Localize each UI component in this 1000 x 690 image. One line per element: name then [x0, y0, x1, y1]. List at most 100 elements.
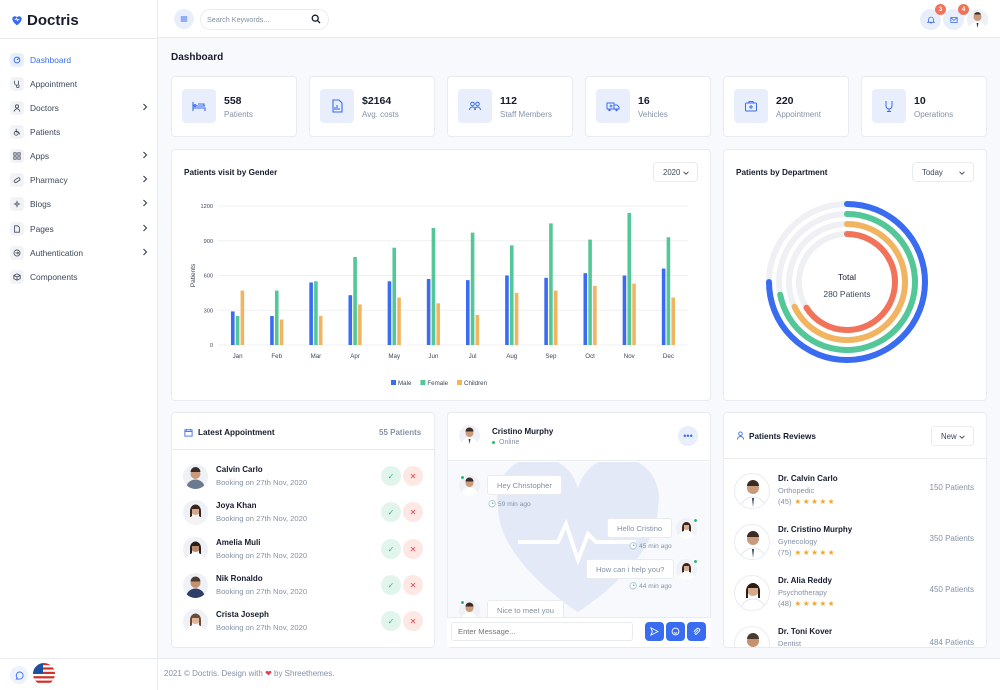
list-item: Dr. Calvin Carlo Orthopedic (45) ★★★★★ 15…: [734, 473, 976, 517]
booking-date: Booking on 27th Nov, 2020: [216, 551, 308, 560]
cube-icon: [10, 269, 24, 284]
legend-label: Children: [464, 380, 488, 387]
sidebar-item-label: Pages: [30, 223, 54, 234]
page-title: Dashboard: [171, 52, 224, 63]
stethoscope-icon: [10, 76, 24, 91]
sidebar-item-authentication[interactable]: Authentication: [10, 244, 150, 261]
bar-children-jan: [240, 290, 245, 345]
notifications-button[interactable]: 3: [920, 4, 946, 30]
bar-female-aug: [509, 245, 514, 345]
stat-label: Vehicles: [638, 110, 668, 119]
brand-logo[interactable]: Doctris: [10, 11, 79, 29]
year-select[interactable]: 2020: [653, 162, 698, 182]
sidebar-item-apps[interactable]: Apps: [10, 147, 150, 164]
close-icon: ✕: [409, 616, 417, 626]
sidebar-item-doctors[interactable]: Doctors: [10, 99, 150, 116]
accept-button[interactable]: ✓: [381, 539, 401, 559]
legend-swatch: [391, 380, 396, 385]
y-tick-label: 1200: [201, 204, 213, 210]
mail-button[interactable]: 4: [943, 4, 969, 30]
reviews-filter-select[interactable]: New: [931, 426, 974, 446]
patient-name: Calvin Carlo: [216, 465, 263, 474]
sidebar-item-pharmacy[interactable]: Pharmacy: [10, 171, 150, 188]
user-icon: [10, 100, 24, 115]
message-time: 🕒 45 min ago: [629, 543, 672, 550]
doctor-specialty: Psychotherapy: [778, 588, 827, 597]
accept-button[interactable]: ✓: [381, 611, 401, 631]
stat-value: 10: [914, 95, 926, 107]
reject-button[interactable]: ✕: [403, 575, 423, 595]
message-time-text: 59 min ago: [498, 501, 531, 508]
check-icon: ✓: [387, 580, 395, 590]
heart-logo-icon: [12, 16, 22, 26]
sidebar-item-blogs[interactable]: Blogs: [10, 195, 150, 212]
ambulance-icon: [596, 89, 630, 123]
mail-badge: 4: [958, 4, 969, 15]
attach-button[interactable]: [687, 622, 706, 641]
patient-name: Nik Ronaldo: [216, 574, 263, 583]
divider: [171, 449, 435, 450]
chat-message-input[interactable]: [451, 622, 633, 641]
list-item: Dr. Alia Reddy Psychotherapy (48) ★★★★★ 4…: [734, 575, 976, 619]
sidebar-item-patients[interactable]: Patients: [10, 123, 150, 140]
bar-children-oct: [593, 285, 597, 345]
search-icon[interactable]: [311, 14, 321, 24]
bar-male-feb: [270, 316, 274, 345]
menu-icon: [180, 16, 188, 22]
doctor-name: Dr. Calvin Carlo: [778, 474, 838, 483]
gender-chart-title: Patients visit by Gender: [184, 168, 278, 177]
star-icon: ★★★★★: [794, 548, 837, 557]
emoji-button[interactable]: [666, 622, 685, 641]
send-button[interactable]: [645, 622, 664, 641]
booking-date: Booking on 27th Nov, 2020: [216, 478, 308, 487]
sidebar-item-label: Doctors: [30, 102, 59, 113]
bar-children-feb: [279, 319, 284, 345]
radial-center-label: Total: [838, 272, 856, 282]
sidebar-item-pages[interactable]: Pages: [10, 220, 150, 237]
accept-button[interactable]: ✓: [381, 466, 401, 486]
close-icon: ✕: [409, 507, 417, 517]
bar-female-mar: [314, 281, 318, 345]
period-select[interactable]: Today: [912, 162, 974, 182]
doctor-patients: 350 Patients: [929, 534, 974, 543]
divider: [0, 38, 158, 39]
x-tick-label: Mar: [311, 353, 322, 360]
bar-female-nov: [627, 212, 632, 345]
patient-avatar: [183, 573, 208, 598]
close-icon: ✕: [409, 544, 417, 554]
list-item: Crista Joseph Booking on 27th Nov, 2020 …: [183, 607, 423, 637]
search-input[interactable]: [200, 9, 329, 30]
doctor-name: Dr. Toni Kover: [778, 627, 833, 636]
chat-button[interactable]: [10, 666, 28, 684]
sidebar-item-components[interactable]: Components: [10, 268, 150, 285]
accept-button[interactable]: ✓: [381, 575, 401, 595]
chat-message: Hello Cristino: [607, 518, 673, 538]
stat-value: 558: [224, 95, 242, 107]
x-tick-label: May: [388, 353, 401, 360]
bar-children-apr: [358, 304, 362, 345]
doctor-rating: (45) ★★★★★: [778, 497, 836, 506]
bar-female-sep: [549, 223, 553, 345]
reject-button[interactable]: ✕: [403, 611, 423, 631]
y-tick-label: 300: [204, 308, 213, 314]
doctor-avatar: [734, 626, 770, 647]
bar-children-jul: [475, 314, 480, 345]
legend-label: Male: [398, 380, 412, 387]
chat-options-button[interactable]: •••: [678, 426, 698, 446]
bar-male-sep: [544, 277, 548, 345]
list-item: Nik Ronaldo Booking on 27th Nov, 2020 ✓ …: [183, 571, 423, 601]
language-flag-button[interactable]: [33, 663, 55, 685]
bar-male-mar: [309, 282, 313, 345]
user-avatar[interactable]: [967, 9, 988, 30]
sidebar-item-appointment[interactable]: Appointment: [10, 75, 150, 92]
check-icon: ✓: [387, 471, 395, 481]
reject-button[interactable]: ✕: [403, 539, 423, 559]
chevron-right-icon: [143, 224, 148, 232]
reject-button[interactable]: ✕: [403, 502, 423, 522]
x-tick-label: Aug: [506, 353, 518, 360]
sidebar-item-dashboard[interactable]: Dashboard: [10, 51, 150, 68]
menu-toggle-button[interactable]: [174, 9, 194, 29]
reject-button[interactable]: ✕: [403, 466, 423, 486]
bar-male-jan: [230, 311, 235, 345]
accept-button[interactable]: ✓: [381, 502, 401, 522]
